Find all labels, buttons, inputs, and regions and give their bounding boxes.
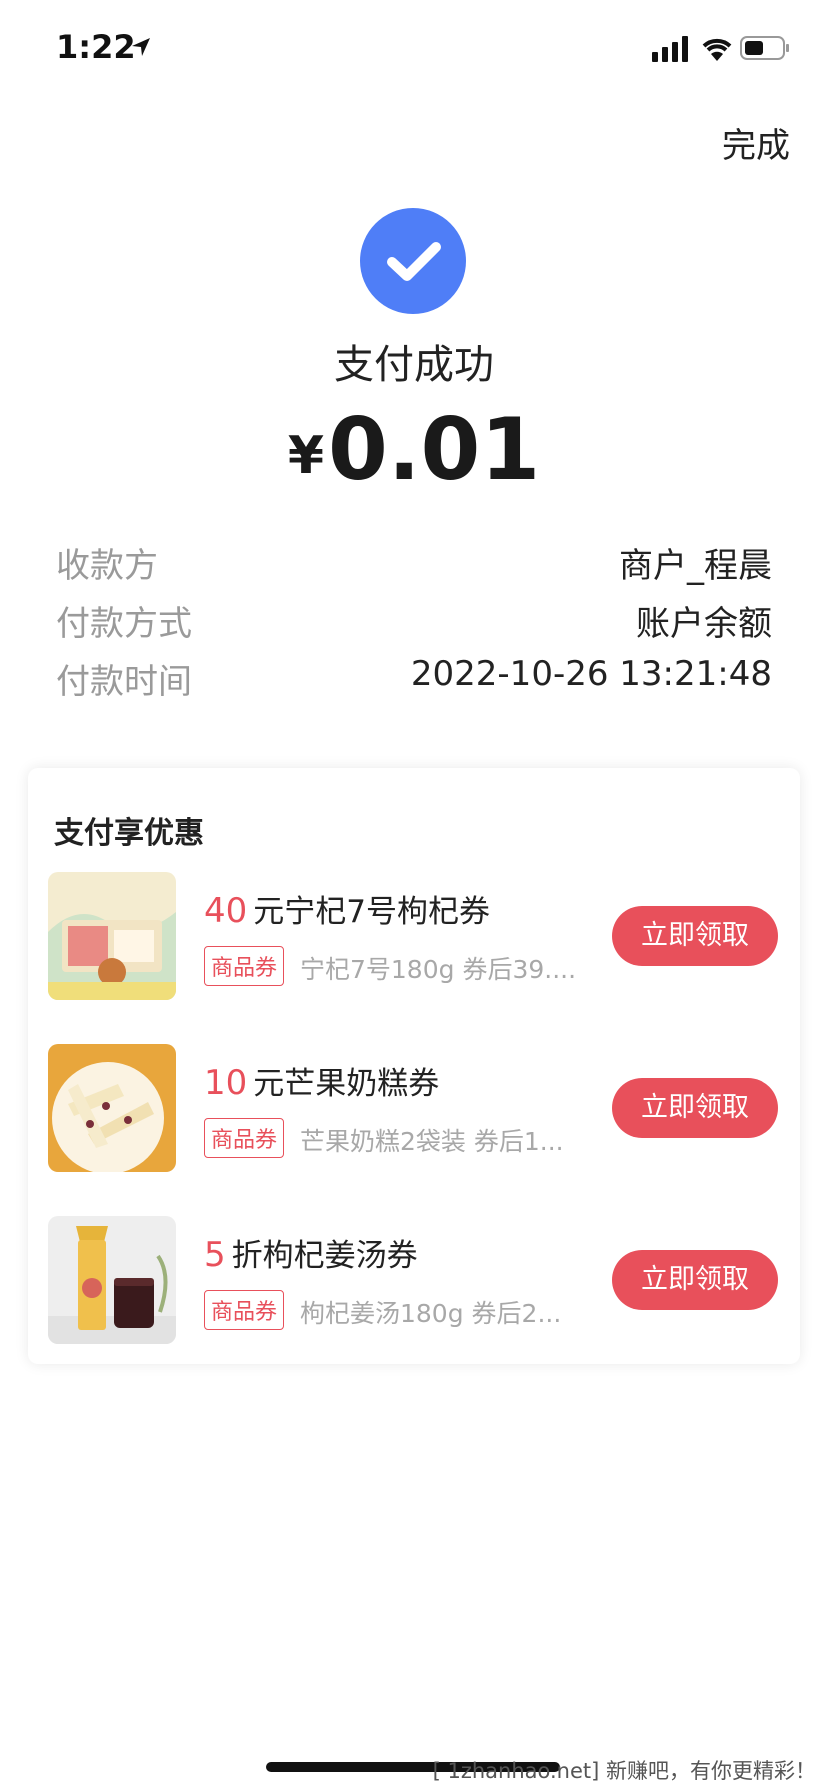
payment-method-value: 账户余额 [636, 604, 772, 644]
payment-time-row: 付款时间 2022-10-26 13:21:48 [56, 654, 772, 704]
promo-title: 支付享优惠 [54, 816, 204, 851]
coupon-value: 5 [204, 1235, 226, 1275]
coupon-value: 40 [204, 891, 248, 931]
payment-time-label: 付款时间 [56, 662, 192, 702]
cellular-signal-icon [652, 36, 688, 62]
payee-label: 收款方 [56, 546, 158, 586]
coupon-title: 5 折枸杞姜汤券 [204, 1230, 418, 1275]
coupon-description: 枸杞姜汤180g 券后2... [300, 1299, 562, 1328]
coupon-type-badge: 商品券 [204, 946, 285, 986]
battery-icon [740, 36, 789, 60]
claim-coupon-button[interactable]: 立即领取 [612, 1250, 778, 1310]
payment-amount: ¥0.01 [0, 400, 828, 500]
promo-card: 支付享优惠 40 元宁杞7号枸杞券 商品券 宁杞7号180g 券后39.... 立… [28, 768, 800, 1364]
claim-coupon-button[interactable]: 立即领取 [612, 906, 778, 966]
done-button[interactable]: 完成 [722, 118, 790, 167]
claim-coupon-button[interactable]: 立即领取 [612, 1078, 778, 1138]
payment-status-title: 支付成功 [334, 342, 494, 388]
status-bar: 1:22 [0, 0, 828, 100]
wifi-icon [702, 38, 732, 61]
payment-method-row: 付款方式 账户余额 [56, 596, 772, 646]
coupon-name: 折枸杞姜汤券 [231, 1238, 418, 1274]
product-image-goji [48, 872, 176, 1000]
status-time: 1:22 [56, 28, 136, 66]
product-image-mango-cake [48, 1044, 176, 1172]
coupon-description: 芒果奶糕2袋装 券后1... [300, 1127, 564, 1156]
coupon-item: 5 折枸杞姜汤券 商品券 枸杞姜汤180g 券后2... 立即领取 [28, 1216, 800, 1344]
success-check-icon [360, 208, 466, 314]
coupon-name: 元芒果奶糕券 [253, 1066, 440, 1102]
watermark-text: [ 1zhanhao.net] 新赚吧，有你更精彩！ [432, 1759, 816, 1783]
currency-symbol: ¥ [287, 426, 324, 486]
coupon-value: 10 [204, 1063, 248, 1103]
coupon-title: 40 元宁杞7号枸杞券 [204, 886, 490, 931]
product-image-ginger-soup [48, 1216, 176, 1344]
coupon-type-badge: 商品券 [204, 1118, 285, 1158]
coupon-item: 10 元芒果奶糕券 商品券 芒果奶糕2袋装 券后1... 立即领取 [28, 1044, 800, 1172]
payment-method-label: 付款方式 [56, 604, 192, 644]
payee-row: 收款方 商户_程晨 [56, 538, 772, 588]
amount-value: 0.01 [328, 400, 541, 500]
coupon-name: 元宁杞7号枸杞券 [253, 894, 490, 930]
payment-time-value: 2022-10-26 13:21:48 [410, 654, 772, 694]
coupon-description: 宁杞7号180g 券后39.... [300, 955, 577, 984]
coupon-title: 10 元芒果奶糕券 [204, 1058, 439, 1103]
location-arrow-icon [132, 38, 150, 56]
coupon-type-badge: 商品券 [204, 1290, 285, 1330]
payee-value: 商户_程晨 [619, 546, 772, 586]
coupon-item: 40 元宁杞7号枸杞券 商品券 宁杞7号180g 券后39.... 立即领取 [28, 872, 800, 1000]
